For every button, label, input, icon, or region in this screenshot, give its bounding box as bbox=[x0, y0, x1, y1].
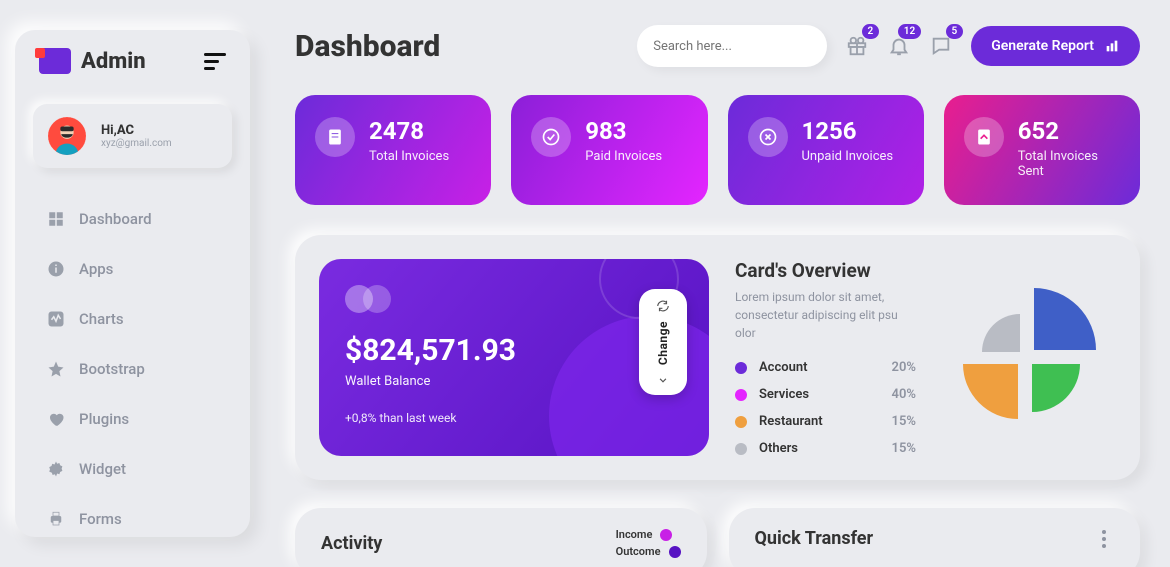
chevron-down-icon bbox=[656, 373, 670, 387]
search-input[interactable] bbox=[653, 39, 819, 54]
gift-icon bbox=[846, 35, 868, 57]
sidebar-item-plugins[interactable]: Plugins bbox=[39, 398, 226, 440]
stat-label: Total Invoices bbox=[369, 149, 449, 164]
sidebar-item-label: Charts bbox=[79, 310, 124, 328]
legend-value: 40% bbox=[892, 387, 916, 402]
legend-value: 15% bbox=[892, 441, 916, 456]
legend-name: Restaurant bbox=[759, 414, 862, 429]
mastercard-icon bbox=[345, 285, 391, 313]
user-email: xyz@gmail.com bbox=[101, 138, 172, 149]
quick-transfer-panel: Quick Transfer bbox=[729, 508, 1141, 567]
legend-row: Others 15% bbox=[735, 441, 916, 456]
stat-label: Total Invoices Sent bbox=[1018, 149, 1120, 179]
activity-title: Activity bbox=[321, 533, 382, 554]
overview-pie-chart bbox=[941, 273, 1111, 443]
legend-row: Restaurant 15% bbox=[735, 414, 916, 429]
heart-icon bbox=[47, 410, 65, 428]
legend-dot bbox=[735, 362, 747, 374]
stat-label: Unpaid Invoices bbox=[802, 149, 894, 164]
search-box[interactable] bbox=[637, 25, 827, 67]
quick-transfer-title: Quick Transfer bbox=[755, 528, 874, 549]
avatar bbox=[45, 114, 89, 158]
sidebar-item-label: Bootstrap bbox=[79, 360, 145, 378]
generate-report-button[interactable]: Generate Report bbox=[971, 26, 1140, 66]
notifications-button[interactable]: 12 bbox=[887, 34, 911, 58]
invoice-icon bbox=[315, 117, 355, 157]
messages-badge: 5 bbox=[946, 24, 964, 39]
chat-icon bbox=[930, 35, 952, 57]
legend-row: Services 40% bbox=[735, 387, 916, 402]
more-options-button[interactable] bbox=[1094, 530, 1114, 548]
stat-value: 652 bbox=[1018, 117, 1120, 145]
legend-dot bbox=[735, 389, 747, 401]
activity-legend-name: Income bbox=[616, 528, 653, 541]
change-card-label: Change bbox=[656, 321, 670, 365]
sidebar-item-label: Dashboard bbox=[79, 210, 152, 228]
stat-invoices-sent: 652 Total Invoices Sent bbox=[944, 95, 1140, 205]
overview-description: Lorem ipsum dolor sit amet, consectetur … bbox=[735, 288, 916, 342]
activity-legend-row: Income bbox=[616, 528, 681, 541]
gift-button[interactable]: 2 bbox=[845, 34, 869, 58]
brand-name: Admin bbox=[81, 49, 146, 74]
user-card[interactable]: Hi,AC xyz@gmail.com bbox=[33, 104, 232, 168]
legend-value: 15% bbox=[892, 414, 916, 429]
bar-chart-icon bbox=[1104, 38, 1120, 54]
refresh-icon bbox=[656, 299, 670, 313]
generate-report-label: Generate Report bbox=[991, 38, 1094, 54]
sidebar-item-charts[interactable]: Charts bbox=[39, 298, 226, 340]
gift-badge: 2 bbox=[862, 24, 880, 39]
sidebar-item-dashboard[interactable]: Dashboard bbox=[39, 198, 226, 240]
notifications-badge: 12 bbox=[898, 24, 921, 39]
stat-label: Paid Invoices bbox=[585, 149, 662, 164]
sidebar-item-apps[interactable]: Apps bbox=[39, 248, 226, 290]
activity-legend-row: Outcome bbox=[616, 545, 681, 558]
stat-total-invoices: 2478 Total Invoices bbox=[295, 95, 491, 205]
legend-dot bbox=[660, 529, 672, 541]
activity-icon bbox=[47, 310, 65, 328]
sidebar-item-widget[interactable]: Widget bbox=[39, 448, 226, 490]
legend-dot bbox=[669, 546, 681, 558]
legend-value: 20% bbox=[892, 360, 916, 375]
sidebar-item-label: Plugins bbox=[79, 410, 129, 428]
legend-dot bbox=[735, 443, 747, 455]
wallet-card: $824,571.93 Wallet Balance +0,8% than la… bbox=[319, 259, 709, 456]
messages-button[interactable]: 5 bbox=[929, 34, 953, 58]
brand-logo bbox=[39, 48, 71, 74]
info-icon bbox=[47, 260, 65, 278]
legend-name: Account bbox=[759, 360, 862, 375]
stat-value: 2478 bbox=[369, 117, 449, 145]
legend-row: Account 20% bbox=[735, 360, 916, 375]
sidebar-item-forms[interactable]: Forms bbox=[39, 498, 226, 540]
x-circle-icon bbox=[748, 117, 788, 157]
user-greeting: Hi,AC bbox=[101, 123, 172, 138]
stat-value: 1256 bbox=[802, 117, 894, 145]
send-icon bbox=[964, 117, 1004, 157]
star-icon bbox=[47, 360, 65, 378]
stat-unpaid-invoices: 1256 Unpaid Invoices bbox=[728, 95, 924, 205]
sidebar-item-label: Apps bbox=[79, 260, 113, 278]
legend-name: Others bbox=[759, 441, 862, 456]
activity-panel: Activity Income Outcome bbox=[295, 508, 707, 567]
stat-value: 983 bbox=[585, 117, 662, 145]
menu-toggle-button[interactable] bbox=[204, 53, 226, 70]
legend-dot bbox=[735, 416, 747, 428]
gear-icon bbox=[47, 460, 65, 478]
page-title: Dashboard bbox=[295, 29, 440, 64]
overview-title: Card's Overview bbox=[735, 259, 916, 282]
sidebar-item-label: Widget bbox=[79, 460, 126, 478]
legend-name: Services bbox=[759, 387, 862, 402]
stat-paid-invoices: 983 Paid Invoices bbox=[511, 95, 707, 205]
sidebar-item-label: Forms bbox=[79, 510, 122, 528]
activity-legend-name: Outcome bbox=[616, 545, 661, 558]
sidebar-item-bootstrap[interactable]: Bootstrap bbox=[39, 348, 226, 390]
change-card-button[interactable]: Change bbox=[639, 289, 687, 395]
check-circle-icon bbox=[531, 117, 571, 157]
printer-icon bbox=[47, 510, 65, 528]
grid-icon bbox=[47, 210, 65, 228]
wallet-delta: +0,8% than last week bbox=[345, 411, 683, 425]
wallet-label: Wallet Balance bbox=[345, 374, 683, 389]
